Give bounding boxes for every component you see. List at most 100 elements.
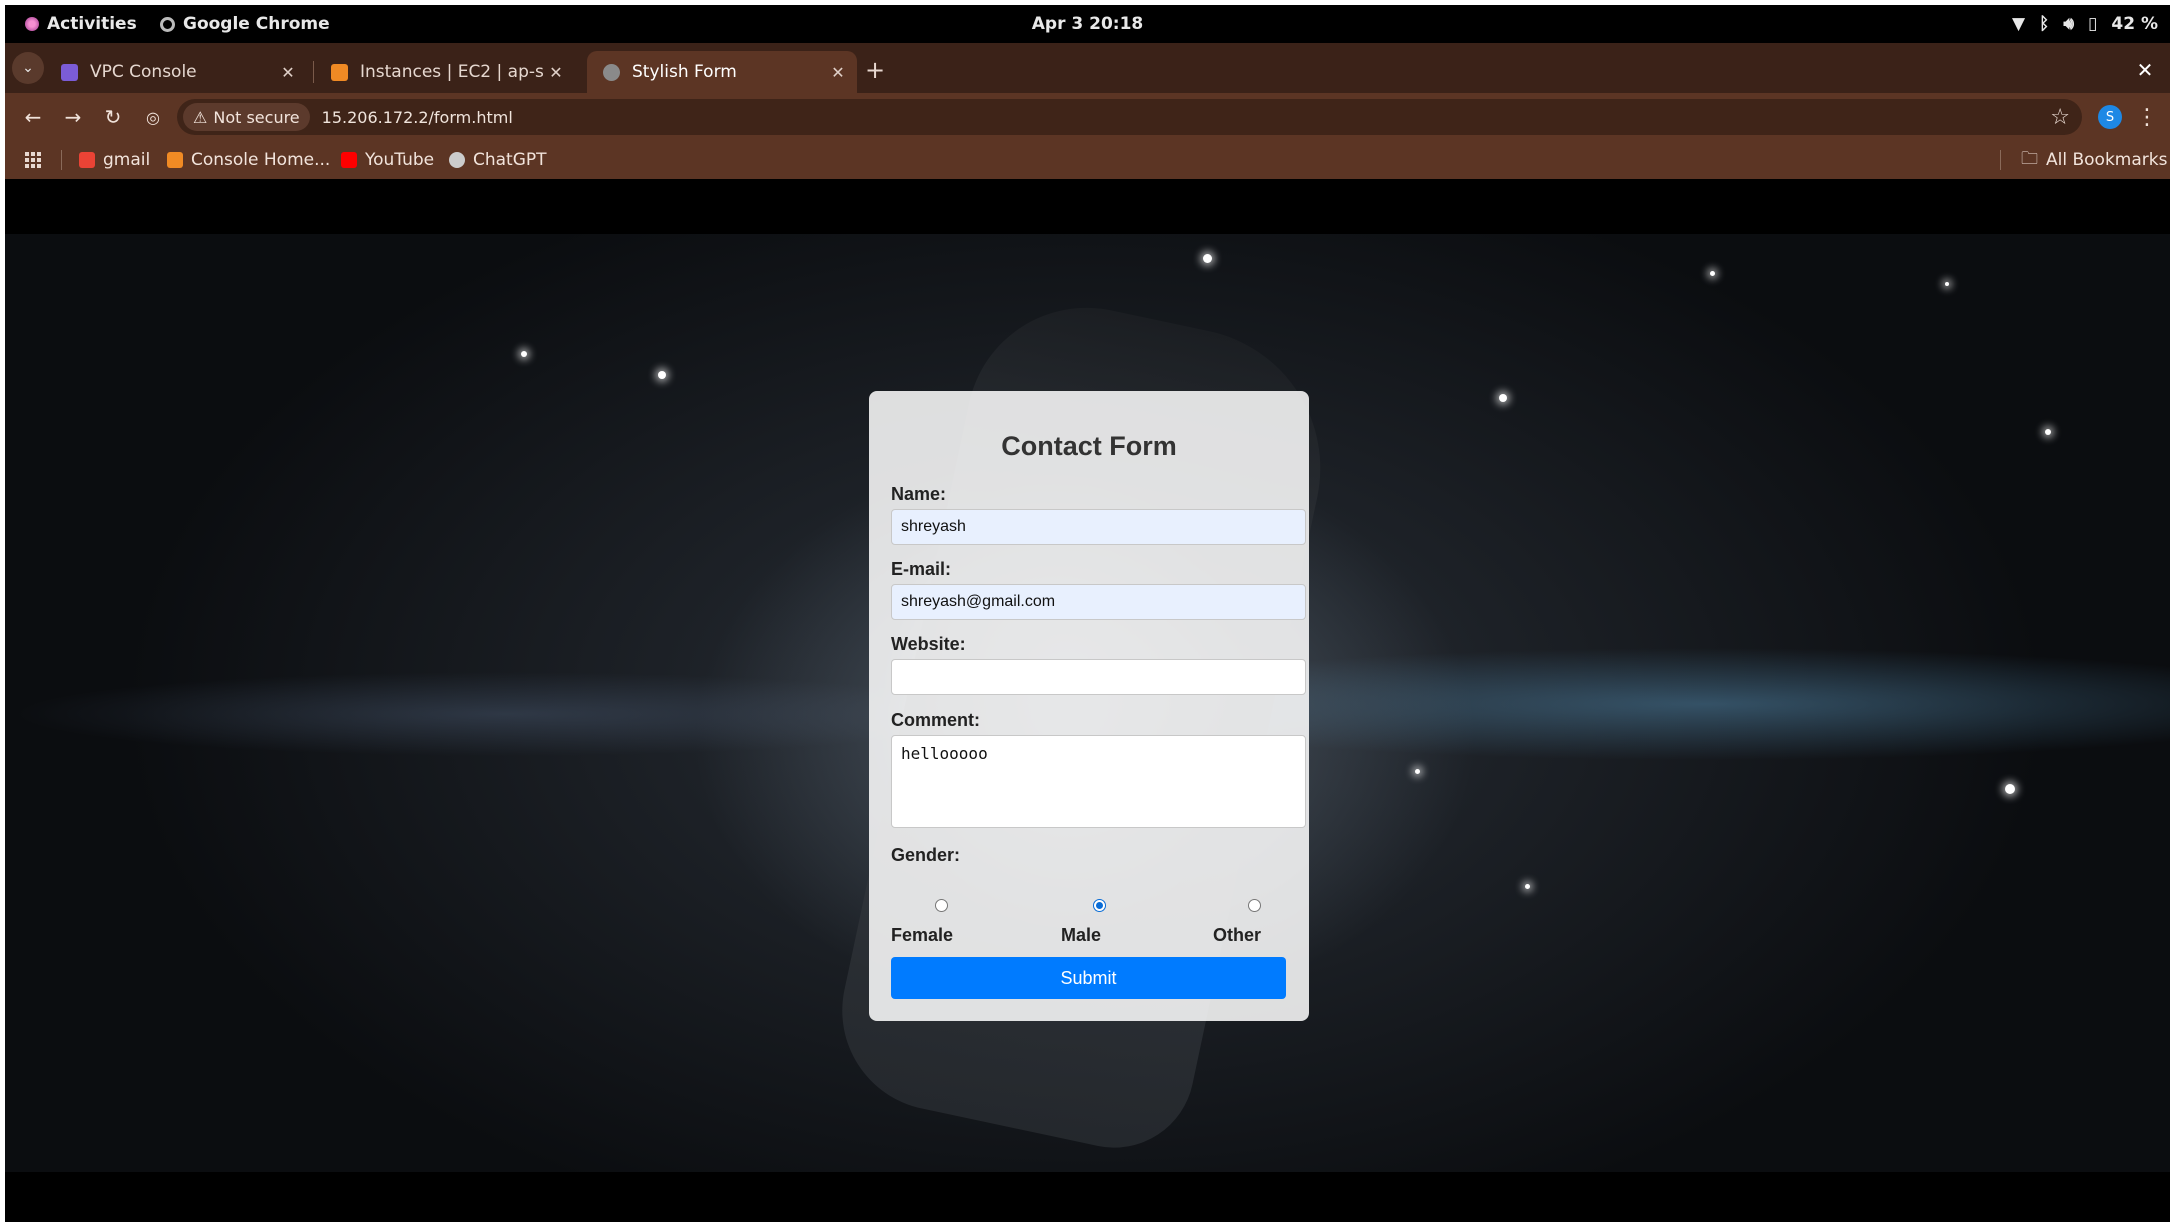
tab-stylish-form[interactable]: Stylish Form ✕ <box>587 51 857 93</box>
tab-divider <box>313 61 314 83</box>
tab-title: Instances | EC2 | ap-south-1 <box>360 62 543 82</box>
forward-button[interactable]: → <box>57 101 89 133</box>
name-label: Name: <box>891 484 947 504</box>
male-label: Male <box>1061 925 1102 945</box>
close-icon: ✕ <box>2136 58 2154 82</box>
tab-vpc-console[interactable]: VPC Console ✕ <box>45 51 307 93</box>
bookmark-label: Console Home... <box>191 150 331 170</box>
comment-label: Comment: <box>891 710 980 730</box>
profile-avatar[interactable]: S <box>2098 105 2122 129</box>
battery-icon: ▯ <box>2088 14 2098 34</box>
system-tray[interactable]: ▼ ᛒ 🔊︎ ▯ 42 % <box>2012 5 2158 43</box>
bookmark-console-home[interactable]: Console Home... <box>167 141 330 179</box>
bookmarks-bar: gmail Console Home... YouTube ChatGPT 🗀︎… <box>5 141 2170 179</box>
chrome-icon <box>160 16 175 32</box>
battery-percent: 42 % <box>2111 14 2158 34</box>
warning-icon: ⚠ <box>193 107 208 127</box>
bookmark-gmail[interactable]: gmail <box>79 141 150 179</box>
email-input[interactable] <box>891 584 1306 620</box>
gender-radio-other[interactable] <box>1248 899 1261 912</box>
star <box>2005 784 2015 794</box>
reload-button[interactable]: ↻ <box>97 101 129 133</box>
tab-title: VPC Console <box>90 62 197 82</box>
star <box>1415 769 1420 774</box>
ec2-icon <box>331 63 348 81</box>
vpc-icon <box>61 63 78 81</box>
gender-label: Gender: <box>891 845 961 865</box>
all-bookmarks-label: All Bookmarks <box>2046 150 2168 170</box>
gender-radio-male[interactable] <box>1093 899 1106 912</box>
tab-strip: ⌄ VPC Console ✕ Instances | EC2 | ap-sou… <box>5 43 2170 93</box>
star <box>1945 282 1949 286</box>
system-top-bar: Activities Google Chrome Apr 3 20:18 ▼ ᛒ… <box>5 5 2170 43</box>
clock[interactable]: Apr 3 20:18 <box>5 5 2170 43</box>
gnome-icon <box>25 17 39 31</box>
gmail-icon <box>79 152 95 168</box>
activities-button[interactable]: Activities <box>25 5 137 43</box>
close-icon[interactable]: ✕ <box>543 63 569 82</box>
bookmark-chatgpt[interactable]: ChatGPT <box>449 141 547 179</box>
form-title: Contact Form <box>1001 431 1177 461</box>
other-label: Other <box>1213 925 1262 945</box>
arrow-left-icon: ← <box>24 105 42 129</box>
star <box>1499 394 1507 402</box>
folder-icon: 🗀︎ <box>2021 148 2038 169</box>
bookmark-divider <box>61 150 62 170</box>
radio-other[interactable] <box>1248 899 1261 912</box>
arrow-right-icon: → <box>64 105 82 129</box>
address-bar[interactable]: ⚠ Not secure 15.206.172.2/form.html ☆ <box>177 99 2082 135</box>
bookmark-star-icon[interactable]: ☆ <box>2050 105 2070 130</box>
star <box>521 351 527 357</box>
security-label: Not secure <box>213 107 300 127</box>
star <box>2045 429 2051 435</box>
clock-label: Apr 3 20:18 <box>1031 14 1144 34</box>
back-button[interactable]: ← <box>17 101 49 133</box>
youtube-icon <box>341 152 357 168</box>
activities-label: Activities <box>47 14 137 34</box>
apps-grid-icon[interactable] <box>25 152 41 168</box>
email-label: E-mail: <box>891 559 952 579</box>
chevron-down-icon: ⌄ <box>22 60 34 76</box>
globe-icon <box>603 63 620 81</box>
bookmark-label: YouTube <box>365 150 435 170</box>
contact-form: Contact Form Name: E-mail: Website: Comm… <box>869 391 1309 1021</box>
url-text[interactable]: 15.206.172.2/form.html <box>322 108 513 127</box>
reload-icon: ↻ <box>104 105 122 129</box>
tab-title: Stylish Form <box>632 62 737 82</box>
tab-search-button[interactable]: ⌄ <box>12 52 44 84</box>
bookmark-divider <box>2000 150 2001 170</box>
wifi-icon: ▼ <box>2012 14 2026 34</box>
browser-toolbar: ← → ↻ ◎ ⚠ Not secure 15.206.172.2/form.h… <box>5 93 2170 215</box>
website-input[interactable] <box>891 659 1306 695</box>
submit-button[interactable]: Submit <box>891 957 1286 999</box>
bookmark-label: gmail <box>103 150 151 170</box>
window-close-button[interactable]: ✕ <box>2130 55 2160 85</box>
app-menu[interactable]: Google Chrome <box>160 5 330 43</box>
close-icon[interactable]: ✕ <box>825 63 851 82</box>
bookmark-label: ChatGPT <box>473 150 547 170</box>
security-indicator[interactable]: ⚠ Not secure <box>183 103 310 131</box>
tune-icon: ◎ <box>146 107 160 127</box>
comment-textarea[interactable]: hellooooo <box>891 735 1306 828</box>
bluetooth-icon: ᛒ <box>2039 14 2050 34</box>
tab-ec2-instances[interactable]: Instances | EC2 | ap-south-1 ✕ <box>315 51 575 93</box>
name-input[interactable] <box>891 509 1306 545</box>
star <box>1203 254 1212 263</box>
gender-radio-female[interactable] <box>935 899 948 912</box>
radio-female[interactable] <box>935 899 948 912</box>
new-tab-button[interactable]: + <box>860 55 890 85</box>
website-label: Website: <box>891 634 966 654</box>
menu-kebab-icon[interactable]: ⋮ <box>2135 101 2159 133</box>
star <box>1710 271 1715 276</box>
site-info-button[interactable]: ◎ <box>137 101 169 133</box>
screen: Activities Google Chrome Apr 3 20:18 ▼ ᛒ… <box>5 5 2170 1222</box>
female-label: Female <box>891 925 954 945</box>
bookmark-youtube[interactable]: YouTube <box>341 141 434 179</box>
volume-icon: 🔊︎ <box>2063 14 2075 34</box>
aws-icon <box>167 152 183 168</box>
star <box>1525 884 1530 889</box>
all-bookmarks[interactable]: 🗀︎ All Bookmarks <box>2021 141 2167 179</box>
app-name-label: Google Chrome <box>183 14 330 34</box>
close-icon[interactable]: ✕ <box>275 63 301 82</box>
radio-male[interactable] <box>1093 899 1106 912</box>
